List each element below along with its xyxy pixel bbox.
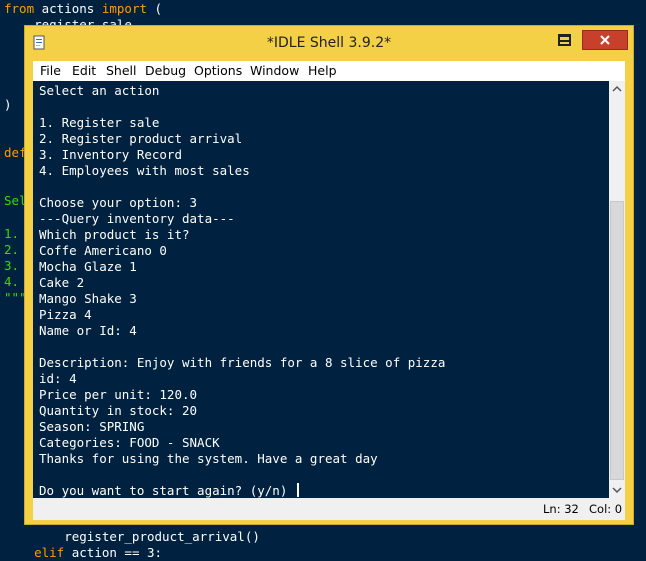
scroll-down-icon <box>612 487 622 494</box>
shell-line: Mocha Glaze 1 <box>39 259 137 274</box>
shell-line: ---Query inventory data--- <box>39 211 235 226</box>
editor-left-fragment: ) <box>4 97 12 112</box>
shell-line: Cake 2 <box>39 275 85 290</box>
editor-left-fragment: 3. <box>4 258 20 273</box>
menu-edit[interactable]: Edit <box>72 63 96 78</box>
status-column-number: Col: 0 <box>589 502 623 516</box>
shell-line: Season: SPRING <box>39 419 145 434</box>
shell-line: Pizza 4 <box>39 307 92 322</box>
shell-line: Select an action <box>39 83 160 98</box>
idle-shell-window: *IDLE Shell 3.9.2* File Edit Shell Debug… <box>24 25 634 525</box>
scroll-down-button[interactable] <box>609 481 625 498</box>
menu-debug[interactable]: Debug <box>145 63 186 78</box>
shell-line: 3. Inventory Record <box>39 147 182 162</box>
editor-left-fragment: 4. <box>4 274 20 289</box>
menu-file[interactable]: File <box>40 63 61 78</box>
scroll-up-button[interactable] <box>609 81 625 98</box>
keyword-from: from <box>4 1 35 16</box>
text-cursor <box>296 483 299 497</box>
close-button[interactable] <box>582 30 628 50</box>
shell-line: id: 4 <box>39 371 77 386</box>
shell-line: 2. Register product arrival <box>39 131 243 146</box>
menu-bar: File Edit Shell Debug Options Window Hel… <box>33 61 625 81</box>
shell-line: 4. Employees with most sales <box>39 163 250 178</box>
close-icon <box>600 35 610 45</box>
editor-line-bottom-2: elif action == 3: <box>4 545 162 561</box>
menu-window[interactable]: Window <box>250 63 299 78</box>
shell-line: Choose your option: 3 <box>39 195 198 210</box>
status-bar: Ln: 32 Col: 0 <box>33 498 625 520</box>
scroll-thumb[interactable] <box>610 201 624 480</box>
editor-text: ( <box>147 1 163 16</box>
menu-help[interactable]: Help <box>308 63 337 78</box>
vertical-scrollbar[interactable] <box>609 81 625 498</box>
shell-line: Price per unit: 120.0 <box>39 387 198 402</box>
maximize-icon <box>558 34 571 46</box>
shell-line: Categories: FOOD - SNACK <box>39 435 220 450</box>
editor-left-fragment: 1. <box>4 226 20 241</box>
shell-line: Name or Id: 4 <box>39 323 137 338</box>
shell-line: Mango Shake 3 <box>39 291 137 306</box>
menu-shell[interactable]: Shell <box>106 63 137 78</box>
shell-prompt-text: Do you want to start again? (y/n) <box>39 483 295 498</box>
shell-line: Thanks for using the system. Have a grea… <box>39 451 378 466</box>
editor-left-fragment: 2. <box>4 242 20 257</box>
shell-line: Description: Enjoy with friends for a 8 … <box>39 355 446 370</box>
shell-line: Quantity in stock: 20 <box>39 403 198 418</box>
scroll-up-icon <box>612 85 622 92</box>
maximize-button[interactable] <box>551 30 577 50</box>
shell-line: Which product is it? <box>39 227 190 242</box>
keyword-import: import <box>101 1 147 16</box>
shell-output[interactable]: Select an action 1. Register sale 2. Reg… <box>33 81 609 498</box>
window-title: *IDLE Shell 3.9.2* <box>266 35 392 51</box>
editor-line-bottom-1: register_product_arrival() <box>4 529 260 544</box>
menu-options[interactable]: Options <box>194 63 242 78</box>
shell-line: Coffe Americano 0 <box>39 243 167 258</box>
title-bar[interactable]: *IDLE Shell 3.9.2* <box>25 26 633 61</box>
status-line-number: Ln: 32 <box>543 502 579 516</box>
shell-prompt-line[interactable]: Do you want to start again? (y/n) <box>39 483 299 498</box>
shell-line: 1. Register sale <box>39 115 160 130</box>
editor-text: actions <box>34 1 102 16</box>
editor-line-1: from actions import ( <box>4 1 162 17</box>
